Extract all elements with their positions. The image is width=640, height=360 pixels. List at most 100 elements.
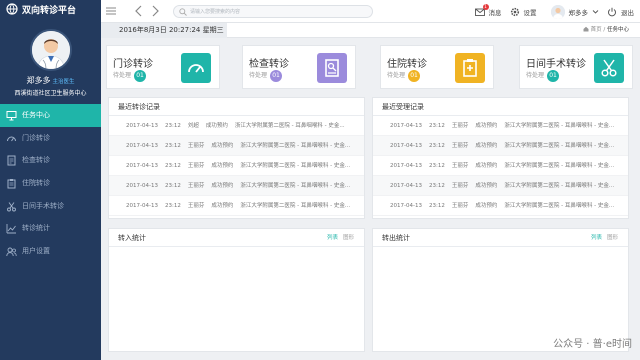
row-status: 成功预约: [211, 183, 234, 189]
row-name: 王丽芬: [451, 183, 469, 189]
messages-button[interactable]: 1: [474, 3, 489, 17]
tab-chart[interactable]: 图形: [607, 235, 618, 241]
row-name: 王丽芬: [187, 183, 205, 189]
top-user-name[interactable]: 郑多多: [569, 7, 589, 17]
row-detail: 浙江大学附属第二医院 - 耳鼻咽喉科 - 史金...: [504, 143, 615, 149]
card-outpatient[interactable]: 门诊转诊 待处理 01: [106, 45, 220, 89]
row-time: 23:12: [164, 203, 181, 209]
document-icon: [317, 53, 347, 83]
app-title-text: 双向转诊平台: [22, 6, 77, 16]
sidebar-item-label: 用户设置: [22, 247, 50, 256]
card-title: 检查转诊: [249, 59, 289, 70]
card-sub-label: 待处理: [526, 72, 545, 79]
chevron-down-icon[interactable]: [592, 8, 599, 15]
row-name: 王丽芬: [187, 163, 205, 169]
tab-list[interactable]: 列表: [327, 235, 338, 241]
tab-list[interactable]: 列表: [591, 235, 602, 241]
settings-label[interactable]: 设置: [524, 7, 537, 17]
panel-title: 转出统计: [373, 229, 628, 247]
doctor-portrait-icon: [550, 4, 565, 19]
table-row[interactable]: 2017-04-13 23:12 王丽芬 成功预约 浙江大学附属第二医院 - 耳鼻咽喉科…: [109, 136, 364, 156]
card-inpatient[interactable]: 住院转诊 待处理 01: [380, 45, 494, 89]
row-date: 2017-04-13: [390, 203, 422, 209]
panel-tabs: 列表 图形: [591, 229, 618, 247]
table-row[interactable]: 2017-04-13 23:12 刘超 成功预约 浙江大学附属第二医院 - 耳鼻咽喉科 …: [109, 116, 364, 136]
tab-chart[interactable]: 图形: [343, 235, 354, 241]
table-row[interactable]: 2017-04-13 23:12 王丽芬 成功预约 浙江大学附属第二医院 - 耳鼻咽喉科…: [109, 176, 364, 196]
card-day-surgery[interactable]: 日间手术转诊 待处理 01: [519, 45, 633, 89]
row-status: 成功预约: [205, 123, 228, 129]
table-row[interactable]: 2017-04-13 23:12 王丽芬 成功预约 浙江大学附属第二医院 - 耳鼻咽喉科…: [373, 176, 628, 196]
row-detail: 浙江大学附属第二医院 - 耳鼻咽喉科 - 史金...: [240, 163, 351, 169]
top-right-actions: 1 消息 设置 郑多多 退出: [474, 0, 634, 23]
sidebar-item-day-surgery[interactable]: 日间手术转诊: [0, 195, 101, 218]
watermark: 公众号 · 普·e时间: [553, 339, 632, 350]
row-date: 2017-04-13: [390, 183, 422, 189]
row-time: 23:12: [428, 183, 445, 189]
row-name: 王丽芬: [451, 143, 469, 149]
sidebar-item-task-center[interactable]: 任务中心: [0, 104, 101, 127]
row-status: 成功预约: [211, 143, 234, 149]
power-icon[interactable]: [607, 7, 617, 17]
row-date: 2017-04-13: [390, 123, 422, 129]
row-status: 成功预约: [211, 203, 234, 209]
sidebar: 双向转诊平台 郑多多 主治医生 西溪街道社区卫生服务中心 任务中心 门诊转诊 检查…: [0, 0, 101, 360]
row-detail: 浙江大学附属第二医院 - 耳鼻咽喉科 - 史金...: [504, 183, 615, 189]
row-name: 刘超: [187, 123, 199, 129]
monitor-icon: [6, 111, 17, 121]
breadcrumb-home[interactable]: 首页: [591, 27, 602, 33]
scissors-icon: [7, 201, 16, 212]
row-time: 23:12: [428, 143, 445, 149]
breadcrumb-current: 任务中心: [606, 27, 629, 33]
row-date: 2017-04-13: [126, 123, 158, 129]
card-sub: 待处理 01: [526, 70, 560, 82]
row-time: 23:12: [164, 183, 181, 189]
back-icon[interactable]: [133, 5, 145, 17]
user-role: 主治医生: [52, 79, 75, 85]
card-title: 日间手术转诊: [526, 59, 586, 70]
sidebar-item-label: 转诊统计: [22, 224, 50, 233]
logout-label[interactable]: 退出: [621, 7, 634, 17]
row-time: 23:12: [164, 143, 181, 149]
row-date: 2017-04-13: [126, 143, 158, 149]
row-time: 23:12: [428, 203, 445, 209]
user-avatar[interactable]: [29, 29, 72, 71]
table-row[interactable]: 2017-04-13 23:12 王丽芬 成功预约 浙江大学附属第二医院 - 耳鼻咽喉科…: [373, 196, 628, 216]
card-sub-label: 待处理: [113, 72, 132, 79]
top-avatar[interactable]: [550, 4, 565, 19]
table-row[interactable]: 2017-04-13 23:12 王丽芬 成功预约 浙江大学附属第二医院 - 耳鼻咽喉科…: [373, 156, 628, 176]
row-time: 23:12: [428, 123, 445, 129]
table-row[interactable]: 2017-04-13 23:12 王丽芬 成功预约 浙江大学附属第二医院 - 耳鼻咽喉科…: [109, 196, 364, 216]
user-name: 郑多多: [26, 76, 51, 85]
sidebar-item-outpatient[interactable]: 门诊转诊: [0, 127, 101, 150]
stats-in-panel: 转入统计 列表 图形: [108, 228, 365, 352]
gear-icon[interactable]: [510, 7, 520, 17]
table-row[interactable]: 2017-04-13 23:12 王丽芬 成功预约 浙江大学附属第二医院 - 耳鼻咽喉科…: [373, 136, 628, 156]
card-examination[interactable]: 检查转诊 待处理 01: [242, 45, 356, 89]
sidebar-item-inpatient[interactable]: 住院转诊: [0, 172, 101, 195]
card-count: 01: [408, 70, 421, 82]
sidebar-item-statistics[interactable]: 转诊统计: [0, 217, 101, 240]
row-time: 23:12: [428, 163, 445, 169]
menu-toggle-icon[interactable]: [105, 5, 117, 17]
row-date: 2017-04-13: [126, 163, 158, 169]
globe-icon: [6, 3, 18, 15]
forward-icon[interactable]: [149, 5, 161, 17]
card-sub: 待处理 01: [113, 70, 147, 82]
row-time: 23:12: [164, 123, 181, 129]
document-icon: [7, 155, 16, 166]
clipboard-icon: [7, 179, 16, 189]
row-detail: 浙江大学附属第二医院 - 耳鼻咽喉科 - 史金...: [504, 163, 615, 169]
sidebar-item-user-settings[interactable]: 用户设置: [0, 240, 101, 263]
panel-title: 最近受理记录: [373, 98, 628, 116]
table-row[interactable]: 2017-04-13 23:12 王丽芬 成功预约 浙江大学附属第二医院 - 耳鼻咽喉科…: [373, 116, 628, 136]
table-row[interactable]: 2017-04-13 23:12 王丽芬 成功预约 浙江大学附属第二医院 - 耳鼻咽喉科…: [109, 156, 364, 176]
search-icon: [179, 8, 187, 16]
messages-badge: 1: [482, 3, 489, 10]
messages-label[interactable]: 消息: [489, 7, 502, 17]
search-input[interactable]: 请输入您要搜索的内容: [173, 5, 373, 18]
sidebar-item-examination[interactable]: 检查转诊: [0, 149, 101, 172]
row-detail: 浙江大学附属第二医院 - 耳鼻咽喉科 - 史金...: [234, 123, 345, 129]
row-name: 王丽芬: [187, 203, 205, 209]
card-count: 01: [270, 70, 283, 82]
